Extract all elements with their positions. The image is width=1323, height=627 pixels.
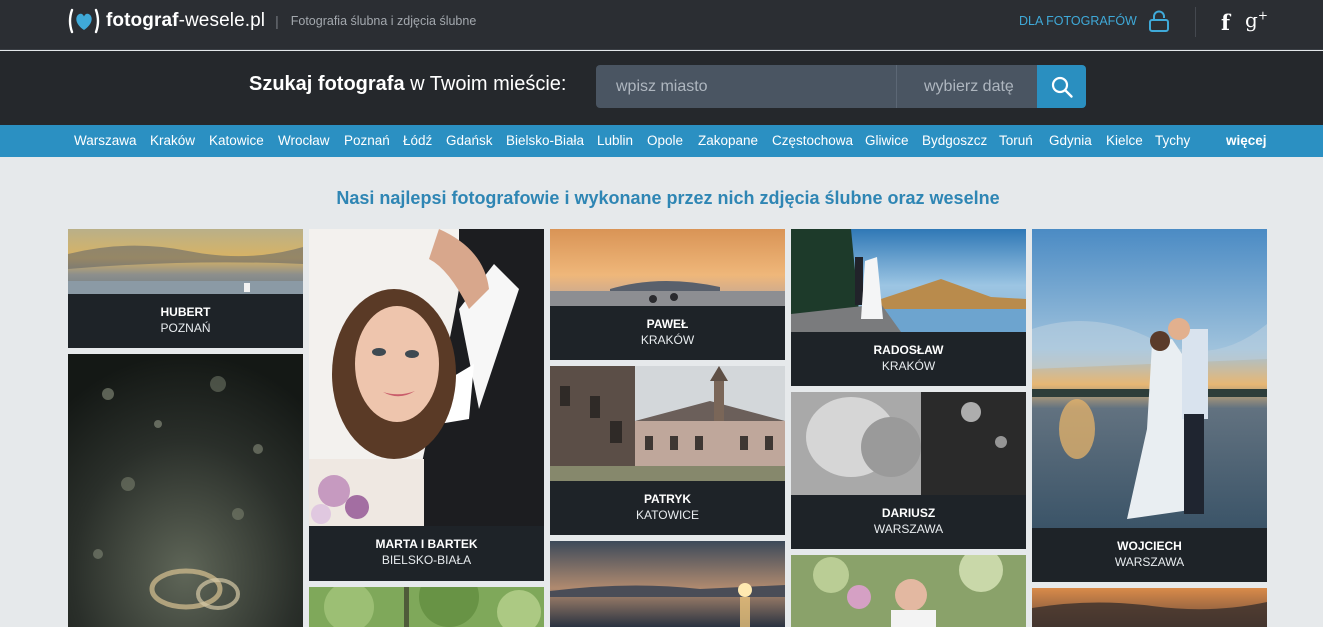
photographer-city: WARSZAWA [1114,555,1185,569]
search-icon [1051,76,1073,98]
city-nav: Warszawa Kraków Katowice Wrocław Poznań … [0,125,1323,157]
city-input[interactable] [596,65,896,108]
wedding-photo [1032,588,1267,627]
date-input[interactable] [896,65,1037,108]
card-caption: HUBERT POZNAŃ [68,294,303,348]
photographer-card[interactable]: MARTA I BARTEK BIELSKO-BIAŁA [309,229,544,581]
wedding-photo [309,587,544,627]
card-caption: WOJCIECH WARSZAWA [1032,528,1267,582]
photographer-card[interactable] [68,354,303,627]
city-link-tychy[interactable]: Tychy [1155,133,1190,148]
photographer-name: WOJCIECH [1117,539,1182,553]
photographer-card[interactable] [791,555,1026,627]
wedding-photo [791,229,1026,332]
for-photographers-label: DLA FOTOGRAFÓW [1019,14,1137,28]
search-label: Szukaj fotografa w Twoim mieście: [249,73,567,95]
photographer-city: KRAKÓW [640,333,695,347]
section-title: Nasi najlepsi fotografowie i wykonane pr… [336,188,1000,208]
google-plus-icon[interactable]: g+ [1245,8,1268,32]
photographer-name: MARTA I BARTEK [375,537,478,551]
wedding-photo [791,392,1026,495]
city-link-lublin[interactable]: Lublin [597,133,633,148]
wedding-photo [550,366,785,481]
photographer-card[interactable]: PATRYK KATOWICE [550,366,785,535]
card-caption: PAWEŁ KRAKÓW [550,306,785,360]
top-bar: fotograf-wesele.pl | Fotografia ślubna i… [0,0,1323,50]
facebook-icon[interactable]: f [1221,10,1230,35]
city-link-katowice[interactable]: Katowice [209,133,264,148]
wedding-photo [309,229,544,526]
city-link-poznan[interactable]: Poznań [344,133,390,148]
more-cities-link[interactable]: więcej [1226,133,1267,148]
wedding-photo [550,229,785,306]
photographer-card[interactable] [550,541,785,627]
wedding-photo [550,541,785,627]
heart-logo-icon [68,8,100,34]
city-link-torun[interactable]: Toruń [999,133,1033,148]
logo-text: fotograf-wesele.pl [106,10,266,31]
city-link-opole[interactable]: Opole [647,133,683,148]
photographer-city: WARSZAWA [873,522,944,536]
photographer-card[interactable] [1032,588,1267,627]
photographer-card[interactable]: HUBERT POZNAŃ [68,229,303,348]
photographer-card[interactable]: DARIUSZ WARSZAWA [791,392,1026,549]
city-link-gdynia[interactable]: Gdynia [1049,133,1092,148]
photographer-card[interactable]: WOJCIECH WARSZAWA [1032,229,1267,582]
photographer-name: RADOSŁAW [873,343,944,357]
photographer-city: KATOWICE [636,508,699,522]
card-caption: PATRYK KATOWICE [550,481,785,535]
city-link-lodz[interactable]: Łódź [403,133,432,148]
wedding-photo [68,354,303,627]
city-link-bielsko-biala[interactable]: Bielsko-Biała [506,133,584,148]
search-button[interactable] [1037,65,1086,108]
photographer-name: DARIUSZ [881,506,936,520]
card-caption: DARIUSZ WARSZAWA [791,495,1026,549]
wedding-photo [1032,229,1267,528]
wedding-photo [68,229,303,294]
lock-icon [1148,10,1169,32]
city-link-zakopane[interactable]: Zakopane [698,133,758,148]
tagline: Fotografia ślubna i zdjęcia ślubne [290,14,477,28]
city-link-gliwice[interactable]: Gliwice [865,133,909,148]
photographer-card[interactable] [309,587,544,627]
photographer-card[interactable]: RADOSŁAW KRAKÓW [791,229,1026,386]
photographer-city: BIELSKO-BIAŁA [381,553,472,567]
city-link-warszawa[interactable]: Warszawa [74,133,137,148]
card-caption: MARTA I BARTEK BIELSKO-BIAŁA [309,526,544,581]
logo[interactable]: fotograf-wesele.pl | Fotografia ślubna i… [67,8,476,34]
photographer-city: KRAKÓW [881,359,936,373]
photographer-name: PAWEŁ [646,317,689,331]
city-link-kielce[interactable]: Kielce [1106,133,1143,148]
wedding-photo [791,555,1026,627]
city-link-czestochowa[interactable]: Częstochowa [772,133,853,148]
logo-separator: | [275,13,279,29]
for-photographers-link[interactable]: DLA FOTOGRAFÓW [1019,9,1171,33]
photographer-city: POZNAŃ [160,321,211,335]
photographer-name: PATRYK [643,492,692,506]
search-bar: Szukaj fotografa w Twoim mieście: [0,51,1323,125]
card-caption: RADOSŁAW KRAKÓW [791,332,1026,386]
photographer-name: HUBERT [160,305,211,319]
city-link-bydgoszcz[interactable]: Bydgoszcz [922,133,987,148]
city-link-gdansk[interactable]: Gdańsk [446,133,493,148]
photographer-card[interactable]: PAWEŁ KRAKÓW [550,229,785,360]
city-link-wroclaw[interactable]: Wrocław [278,133,330,148]
city-link-krakow[interactable]: Kraków [150,133,195,148]
header-divider [1195,7,1196,37]
